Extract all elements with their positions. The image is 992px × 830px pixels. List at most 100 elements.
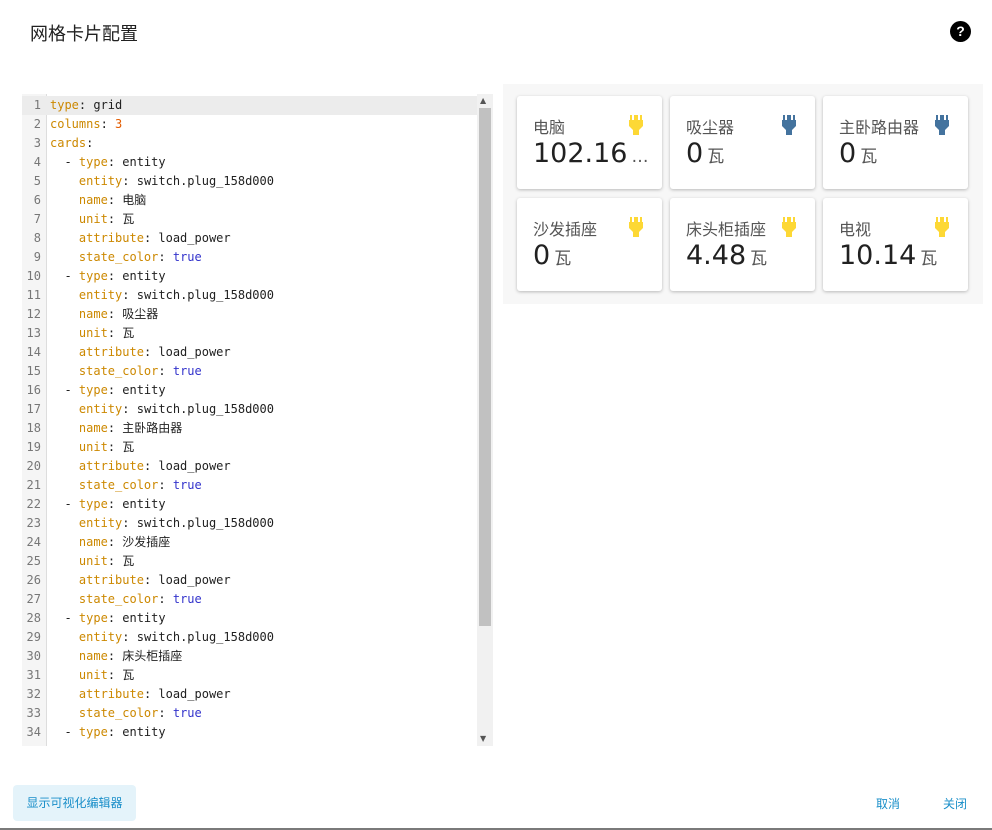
entity-card[interactable]: 主卧路由器 0 瓦 — [823, 96, 968, 189]
code-line[interactable]: 22 - type: entity — [22, 495, 478, 514]
code-text: name: 主卧路由器 — [78, 421, 183, 435]
code-line[interactable]: 2 columns: 3 — [22, 115, 478, 134]
code-line[interactable]: 11 entity: switch.plug_158d000 — [22, 286, 478, 305]
line-number: 19 — [26, 440, 41, 454]
code-line[interactable]: 15 state_color: true — [22, 362, 478, 381]
code-line[interactable]: 29 entity: switch.plug_158d000 — [22, 628, 478, 647]
code-line[interactable]: 16 - type: entity — [22, 381, 478, 400]
entity-name: 吸尘器 — [686, 118, 735, 137]
code-line[interactable]: 14 attribute: load_power — [22, 343, 478, 362]
code-line[interactable]: 1 type: grid — [22, 96, 478, 115]
code-text: attribute: load_power — [78, 573, 231, 587]
line-number: 12 — [26, 307, 41, 321]
code-line[interactable]: 4 - type: entity — [22, 153, 478, 172]
entity-card[interactable]: 床头柜插座 4.48 瓦 — [670, 198, 815, 291]
code-line[interactable]: 34 - type: entity — [22, 723, 478, 742]
editor-scrollbar[interactable]: ▲ ▼ — [477, 94, 493, 746]
line-number: 2 — [33, 117, 41, 131]
code-line[interactable]: 5 entity: switch.plug_158d000 — [22, 172, 478, 191]
entity-unit: 瓦 — [707, 147, 725, 167]
code-line[interactable]: 33 state_color: true — [22, 704, 478, 723]
code-text: columns: 3 — [50, 117, 123, 131]
code-text: entity: switch.plug_158d000 — [78, 288, 274, 302]
code-line[interactable]: 12 name: 吸尘器 — [22, 305, 478, 324]
scroll-down-icon[interactable]: ▼ — [480, 734, 486, 743]
line-number: 23 — [26, 516, 41, 530]
line-number: 15 — [26, 364, 41, 378]
code-text: unit: 瓦 — [78, 440, 135, 454]
code-text: unit: 瓦 — [78, 212, 135, 226]
entity-value: 0瓦 — [533, 240, 571, 271]
entity-name: 电视 — [839, 220, 872, 239]
code-line[interactable]: 10 - type: entity — [22, 267, 478, 286]
line-number: 33 — [26, 706, 41, 720]
code-line[interactable]: 30 name: 床头柜插座 — [22, 647, 478, 666]
line-number: 25 — [26, 554, 41, 568]
code-line[interactable]: 18 name: 主卧路由器 — [22, 419, 478, 438]
card-preview-grid: 电脑 102.16… 吸尘器 0 瓦主卧路由器 0 瓦沙发插座 0 瓦床头柜插座 4.48 瓦电视 1… — [503, 84, 983, 304]
power-plug-icon — [629, 217, 643, 237]
code-text: name: 沙发插座 — [78, 535, 171, 549]
code-line[interactable]: 25 unit: 瓦 — [22, 552, 478, 571]
line-number: 7 — [33, 212, 41, 226]
code-text: name: 吸尘器 — [78, 307, 159, 321]
scrollbar-thumb[interactable] — [479, 108, 491, 626]
code-text: unit: 瓦 — [78, 668, 135, 682]
code-line[interactable]: 32 attribute: load_power — [22, 685, 478, 704]
yaml-code-editor[interactable]: 1 type: grid 2 columns: 3 3 cards: 4 - type: e… — [22, 94, 493, 746]
code-line[interactable]: 6 name: 电脑 — [22, 191, 478, 210]
entity-name: 主卧路由器 — [839, 118, 920, 137]
help-icon[interactable]: ? — [950, 21, 971, 42]
code-text: state_color: true — [78, 478, 202, 492]
line-number: 9 — [33, 250, 41, 264]
code-line[interactable]: 20 attribute: load_power — [22, 457, 478, 476]
entity-name: 床头柜插座 — [686, 220, 767, 239]
entity-card[interactable]: 沙发插座 0 瓦 — [517, 198, 662, 291]
code-text: attribute: load_power — [78, 345, 231, 359]
code-text: attribute: load_power — [78, 459, 231, 473]
line-number: 6 — [33, 193, 41, 207]
close-button[interactable]: 关闭 — [943, 795, 967, 812]
line-number: 28 — [26, 611, 41, 625]
code-line[interactable]: 17 entity: switch.plug_158d000 — [22, 400, 478, 419]
code-line[interactable]: 7 unit: 瓦 — [22, 210, 478, 229]
line-number: 22 — [26, 497, 41, 511]
scroll-up-icon[interactable]: ▲ — [480, 96, 486, 105]
code-text: - type: entity — [50, 383, 166, 397]
entity-value: 0瓦 — [686, 138, 724, 169]
cancel-button[interactable]: 取消 — [876, 795, 900, 812]
code-line[interactable]: 24 name: 沙发插座 — [22, 533, 478, 552]
show-visual-editor-button[interactable]: 显示可视化编辑器 — [13, 785, 136, 821]
code-text: attribute: load_power — [78, 231, 231, 245]
code-line[interactable]: 23 entity: switch.plug_158d000 — [22, 514, 478, 533]
code-text: name: 电脑 — [78, 193, 147, 207]
power-plug-icon — [629, 115, 643, 135]
entity-card[interactable]: 吸尘器 0 瓦 — [670, 96, 815, 189]
code-lines[interactable]: 1 type: grid 2 columns: 3 3 cards: 4 - type: e… — [22, 96, 478, 742]
entity-unit: 瓦 — [860, 147, 878, 167]
code-line[interactable]: 13 unit: 瓦 — [22, 324, 478, 343]
entity-state: 0 — [839, 138, 857, 169]
code-line[interactable]: 31 unit: 瓦 — [22, 666, 478, 685]
code-line[interactable]: 9 state_color: true — [22, 248, 478, 267]
code-line[interactable]: 27 state_color: true — [22, 590, 478, 609]
code-line[interactable]: 28 - type: entity — [22, 609, 478, 628]
power-plug-icon — [935, 217, 949, 237]
entity-state: 10.14 — [839, 240, 917, 271]
code-line[interactable]: 8 attribute: load_power — [22, 229, 478, 248]
line-number: 3 — [33, 136, 41, 150]
code-text: state_color: true — [78, 592, 202, 606]
line-number: 18 — [26, 421, 41, 435]
entity-name: 电脑 — [533, 118, 566, 137]
line-number: 34 — [26, 725, 41, 739]
code-line[interactable]: 21 state_color: true — [22, 476, 478, 495]
line-number: 31 — [26, 668, 41, 682]
line-number: 30 — [26, 649, 41, 663]
code-line[interactable]: 19 unit: 瓦 — [22, 438, 478, 457]
entity-card[interactable]: 电视 10.14 瓦 — [823, 198, 968, 291]
code-line[interactable]: 26 attribute: load_power — [22, 571, 478, 590]
line-number: 10 — [26, 269, 41, 283]
line-number: 20 — [26, 459, 41, 473]
entity-card[interactable]: 电脑 102.16… — [517, 96, 662, 189]
code-line[interactable]: 3 cards: — [22, 134, 478, 153]
